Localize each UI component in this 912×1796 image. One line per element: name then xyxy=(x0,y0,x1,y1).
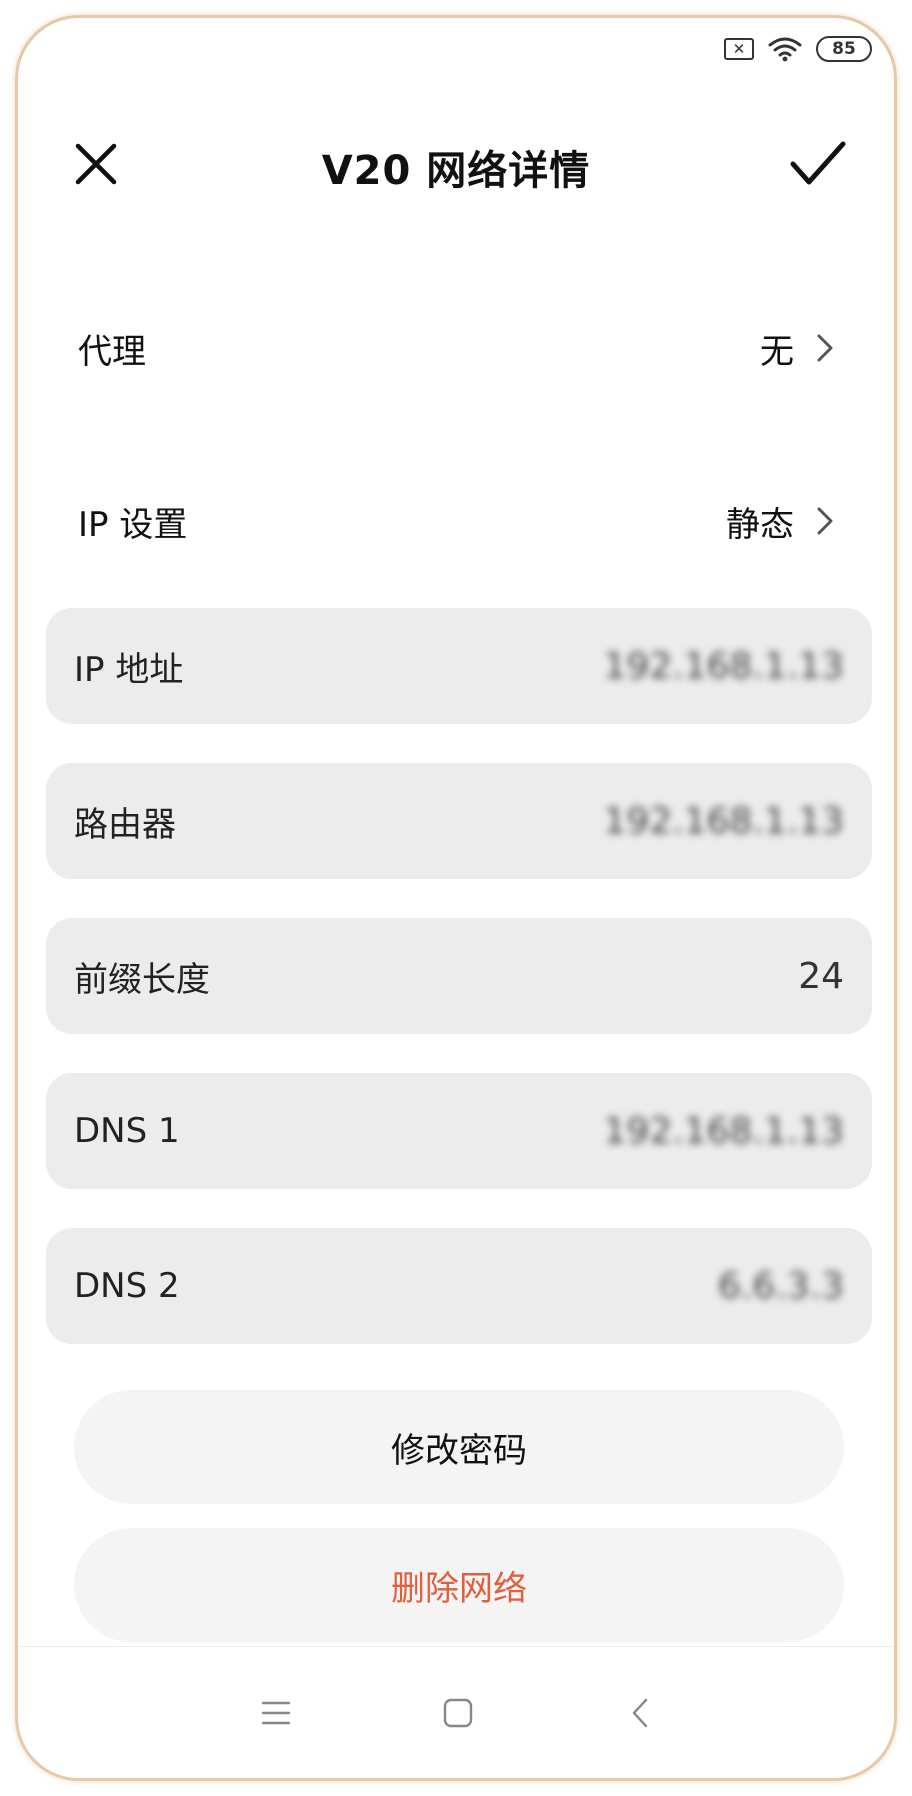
home-icon xyxy=(443,1698,473,1728)
ip-address-field[interactable]: IP 地址 192.168.1.13 xyxy=(46,608,872,724)
navigation-bar xyxy=(18,1646,894,1778)
chevron-right-icon xyxy=(816,506,834,536)
router-value[interactable]: 192.168.1.13 xyxy=(604,801,844,842)
menu-button[interactable] xyxy=(246,1683,306,1743)
chevron-right-icon xyxy=(816,333,834,363)
battery-level: 85 xyxy=(832,39,856,59)
sim-glyph: ✕ xyxy=(732,39,746,58)
router-field[interactable]: 路由器 192.168.1.13 xyxy=(46,763,872,879)
proxy-value-group: 无 xyxy=(760,324,834,373)
ip-address-value[interactable]: 192.168.1.13 xyxy=(604,646,844,687)
ip-settings-value: 静态 xyxy=(726,504,794,545)
delete-network-button[interactable]: 删除网络 xyxy=(74,1528,844,1642)
proxy-label: 代理 xyxy=(78,331,146,372)
ip-address-label: IP 地址 xyxy=(74,649,184,690)
home-button[interactable] xyxy=(428,1683,488,1743)
router-label: 路由器 xyxy=(74,804,176,845)
page-title: V20 网络详情 xyxy=(321,148,591,194)
checkmark-icon xyxy=(790,141,846,185)
dns2-label: DNS 2 xyxy=(74,1266,180,1306)
sim-x-icon: ✕ xyxy=(724,38,754,60)
dns1-field[interactable]: DNS 1 192.168.1.13 xyxy=(46,1073,872,1189)
ip-settings-label: IP 设置 xyxy=(78,504,188,545)
prefix-length-label: 前缀长度 xyxy=(74,959,210,1000)
dns1-label: DNS 1 xyxy=(74,1111,180,1151)
back-button[interactable] xyxy=(610,1683,670,1743)
menu-icon xyxy=(261,1701,291,1725)
wifi-icon xyxy=(768,36,802,62)
status-bar: ✕ 85 xyxy=(724,36,872,62)
proxy-value: 无 xyxy=(760,331,794,372)
confirm-button[interactable] xyxy=(786,134,850,194)
dns1-value[interactable]: 192.168.1.13 xyxy=(604,1111,844,1152)
ip-settings-row[interactable]: IP 设置 静态 xyxy=(18,476,894,566)
battery-indicator: 85 xyxy=(816,36,872,62)
ip-settings-value-group: 静态 xyxy=(726,497,834,546)
change-password-button[interactable]: 修改密码 xyxy=(74,1390,844,1504)
prefix-length-field[interactable]: 前缀长度 24 xyxy=(46,918,872,1034)
prefix-length-value[interactable]: 24 xyxy=(798,956,844,997)
proxy-setting-row[interactable]: 代理 无 xyxy=(18,303,894,393)
back-icon xyxy=(632,1698,648,1728)
dns2-field[interactable]: DNS 2 6.6.3.3 xyxy=(46,1228,872,1344)
header: V20 网络详情 xyxy=(18,118,894,208)
phone-frame: ✕ 85 V20 网络详情 代理 无 IP 设置 静态 IP 地址 192.16… xyxy=(15,15,897,1781)
dns2-value[interactable]: 6.6.3.3 xyxy=(718,1266,844,1307)
